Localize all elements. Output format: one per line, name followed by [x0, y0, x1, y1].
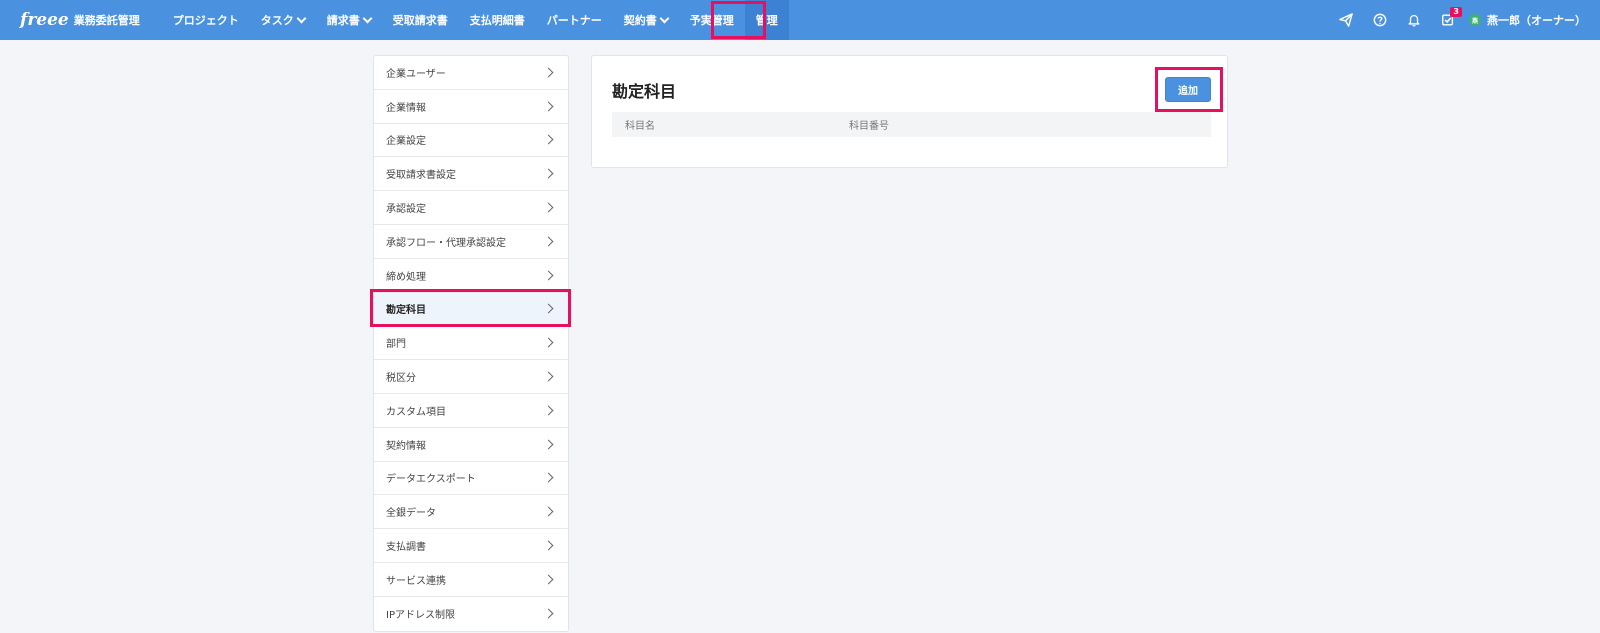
sidebar-item-label: IPアドレス制限	[386, 610, 455, 622]
sidebar-item-label: 企業ユーザー	[386, 68, 446, 80]
chevron-right-icon	[543, 608, 554, 619]
sidebar-item-approval-settings[interactable]: 承認設定	[374, 191, 568, 225]
sidebar-item-company-settings[interactable]: 企業設定	[374, 124, 568, 158]
chevron-right-icon	[543, 574, 554, 585]
top-nav-bar: freee 業務委託管理 プロジェクト タスク 請求書 受取請求書 支払明細書 …	[0, 0, 1600, 40]
chevron-right-icon	[543, 168, 554, 179]
sidebar-item-label: カスタム項目	[386, 406, 446, 418]
nav-label: 支払明細書	[469, 14, 525, 27]
highlight-box-accounts-item	[370, 289, 571, 327]
sidebar-item-ip-restriction[interactable]: IPアドレス制限	[374, 597, 568, 631]
chevron-down-icon	[659, 13, 670, 23]
sidebar-item-received-invoice-settings[interactable]: 受取請求書設定	[374, 157, 568, 192]
accounts-panel: 勘定科目 追加 科目名 科目番号	[591, 55, 1228, 168]
nav-label: 契約書	[623, 14, 657, 27]
user-name: 燕一郎（オーナー）	[1487, 14, 1586, 27]
sidebar-item-tax-categories[interactable]: 税区分	[374, 360, 568, 394]
highlight-box-add-button	[1155, 67, 1223, 112]
chevron-right-icon	[543, 371, 554, 382]
help-icon[interactable]	[1363, 0, 1397, 40]
sidebar-item-label: 承認フロー・代理承認設定	[386, 237, 506, 249]
sidebar-item-label: 税区分	[386, 373, 416, 385]
chevron-right-icon	[543, 270, 554, 281]
chevron-right-icon	[543, 506, 554, 517]
nav-received-invoices[interactable]: 受取請求書	[382, 0, 459, 40]
chevron-right-icon	[543, 540, 554, 551]
nav-tasks[interactable]: タスク	[250, 0, 316, 40]
sidebar-item-departments[interactable]: 部門	[374, 326, 568, 361]
nav-partners[interactable]: パートナー	[536, 0, 613, 40]
task-check-icon[interactable]: 3	[1431, 0, 1465, 40]
task-count-badge: 3	[1450, 7, 1462, 17]
page-title: 勘定科目	[612, 82, 677, 101]
nav-label: 受取請求書	[392, 14, 448, 27]
send-icon[interactable]	[1329, 0, 1363, 40]
nav-label: プロジェクト	[172, 14, 239, 27]
nav-label: タスク	[260, 14, 294, 27]
column-header-account-name: 科目名	[625, 121, 655, 132]
logo-subtitle: 業務委託管理	[73, 14, 140, 27]
sidebar-item-label: 部門	[386, 339, 406, 351]
highlight-box-admin-nav	[711, 1, 766, 39]
chevron-right-icon	[543, 101, 554, 112]
sidebar-item-label: 承認設定	[386, 204, 426, 216]
sidebar-item-label: 締め処理	[386, 271, 426, 283]
sidebar-item-label: サービス連携	[386, 575, 446, 587]
app-logo[interactable]: freee 業務委託管理	[20, 0, 140, 40]
sidebar-item-service-integration[interactable]: サービス連携	[374, 563, 568, 597]
sidebar-item-custom-fields[interactable]: カスタム項目	[374, 394, 568, 428]
column-header-account-number: 科目番号	[849, 121, 889, 132]
sidebar-item-data-export[interactable]: データエクスポート	[374, 462, 568, 496]
sidebar-item-label: データエクスポート	[386, 474, 476, 486]
sidebar-item-label: 契約情報	[386, 440, 426, 452]
sidebar-item-approval-flow[interactable]: 承認フロー・代理承認設定	[374, 225, 568, 259]
sidebar-item-zengin-data[interactable]: 全銀データ	[374, 495, 568, 530]
nav-label: パートナー	[546, 14, 602, 27]
main-nav: プロジェクト タスク 請求書 受取請求書 支払明細書 パートナー 契約書 予実管…	[162, 0, 789, 40]
nav-contracts[interactable]: 契約書	[613, 0, 679, 40]
chevron-right-icon	[543, 236, 554, 247]
chevron-right-icon	[543, 67, 554, 78]
sidebar-item-label: 企業設定	[386, 136, 426, 148]
nav-payment-statements[interactable]: 支払明細書	[459, 0, 536, 40]
header-actions: 3 燕 燕一郎（オーナー）	[1329, 0, 1586, 40]
chevron-right-icon	[543, 202, 554, 213]
settings-sidebar: 企業ユーザー 企業情報 企業設定 受取請求書設定 承認設定 承認フロー・代理承認…	[373, 55, 569, 632]
table-header: 科目名 科目番号	[612, 112, 1211, 137]
avatar: 燕	[1469, 14, 1481, 26]
sidebar-item-label: 全銀データ	[386, 508, 436, 520]
logo-mark: freee	[20, 10, 69, 30]
sidebar-item-company-info[interactable]: 企業情報	[374, 90, 568, 124]
nav-invoices[interactable]: 請求書	[316, 0, 382, 40]
chevron-down-icon	[362, 13, 373, 23]
sidebar-item-company-users[interactable]: 企業ユーザー	[374, 56, 568, 90]
user-menu[interactable]: 燕 燕一郎（オーナー）	[1469, 12, 1586, 28]
nav-projects[interactable]: プロジェクト	[162, 0, 250, 40]
chevron-right-icon	[543, 405, 554, 416]
sidebar-item-label: 企業情報	[386, 102, 426, 114]
sidebar-item-label: 支払調書	[386, 542, 426, 554]
chevron-down-icon	[296, 13, 307, 23]
sidebar-item-contract-info[interactable]: 契約情報	[374, 428, 568, 462]
chevron-right-icon	[543, 473, 554, 483]
nav-label: 請求書	[326, 14, 360, 27]
sidebar-item-closing[interactable]: 締め処理	[374, 259, 568, 293]
bell-icon[interactable]	[1397, 0, 1431, 40]
sidebar-item-label: 受取請求書設定	[386, 170, 456, 182]
sidebar-item-payment-records[interactable]: 支払調書	[374, 529, 568, 563]
chevron-right-icon	[543, 337, 554, 348]
chevron-right-icon	[543, 439, 554, 450]
chevron-right-icon	[543, 135, 554, 145]
